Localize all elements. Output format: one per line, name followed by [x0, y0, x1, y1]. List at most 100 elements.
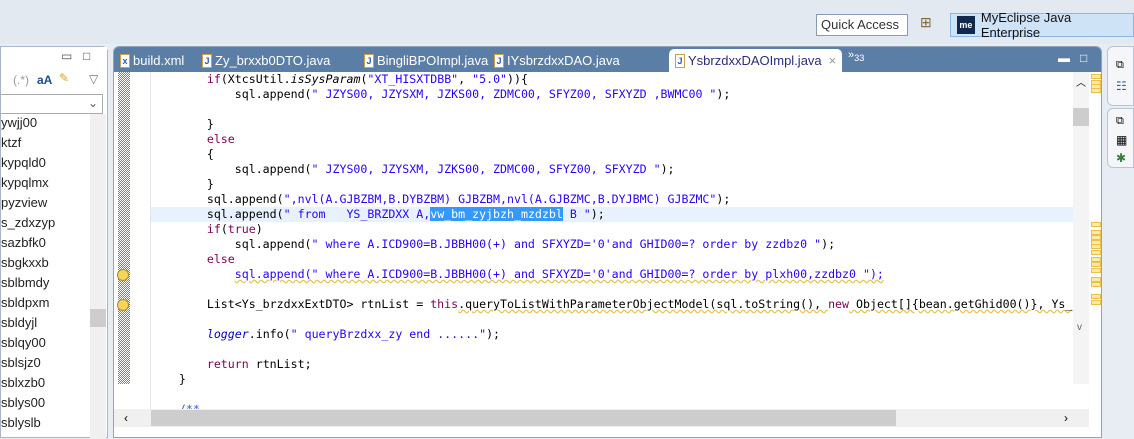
outline-item[interactable]: ywjj00 — [1, 113, 91, 133]
code-line: sql.append(" JZYS00, JZYSXM, JZKS00, ZDM… — [151, 162, 1073, 177]
java-file-icon: J — [675, 53, 685, 68]
outline-view-icon[interactable]: ☷ — [1116, 79, 1127, 93]
code-token: vw_bm_zyjbzh_mzdzbl — [430, 207, 563, 221]
scroll-thumb[interactable] — [1073, 108, 1089, 126]
outline-item[interactable]: sblxzb0 — [1, 373, 91, 393]
code-line: } — [151, 117, 1073, 132]
code-line: sql.append(" where A.ICD900=B.JBBH00(+) … — [151, 267, 1073, 282]
outline-item[interactable]: sblqy00 — [1, 333, 91, 353]
regex-toggle[interactable]: (.*) — [13, 73, 29, 87]
code-line: { — [151, 147, 1073, 162]
chevron-down-icon[interactable]: ⌄ — [88, 96, 98, 110]
warning-marker[interactable] — [1091, 300, 1101, 305]
case-toggle[interactable]: aA — [37, 73, 52, 87]
outline-item[interactable]: sblys00 — [1, 393, 91, 413]
tab-iysbrzdxxdao-java[interactable]: J IYsbrzdxxDAO.java — [494, 49, 620, 72]
code-area[interactable]: if(XtcsUtil.isSysParam("XT_HISXTDBB", "5… — [151, 72, 1073, 409]
outline-item[interactable]: sblsjz0 — [1, 353, 91, 373]
more-tabs-button[interactable]: »33 — [848, 49, 864, 63]
code-token: , — [458, 72, 473, 86]
close-tab-icon[interactable]: × — [829, 53, 837, 68]
code-token: ); — [590, 207, 605, 221]
table-view-icon[interactable]: ▦ — [1116, 133, 1127, 147]
outline-item[interactable]: ktzf — [1, 133, 91, 153]
warning-marker[interactable] — [1091, 222, 1101, 227]
code-line: else — [151, 132, 1073, 147]
outline-item[interactable]: kypqld0 — [1, 153, 91, 173]
quick-access-input[interactable]: Quick Access — [816, 14, 908, 36]
filter-combo[interactable]: ⌄ — [0, 94, 103, 114]
code-token: " JZYS00, JZYSXM, JZKS00, ZDMC00, SFYZ00… — [311, 162, 661, 176]
maximize-icon[interactable]: □ — [1080, 51, 1087, 65]
scroll-up-icon[interactable]: ︿ — [1076, 74, 1086, 89]
warning-marker[interactable] — [1091, 244, 1101, 249]
code-line: sql.append(",nvl(A.GJBZBM,B.DYBZBM) GJBZ… — [151, 192, 1073, 207]
bug-icon[interactable]: ✱ — [1116, 151, 1126, 165]
minimize-icon[interactable]: ▬ — [1058, 51, 1070, 65]
code-token: isSysParam — [290, 72, 361, 86]
warning-marker[interactable] — [1091, 282, 1101, 287]
scroll-thumb[interactable] — [151, 410, 896, 426]
code-line: sql.append(" from YS_BRZDXX A,vw_bm_zyjb… — [151, 207, 1073, 222]
left-scrollbar[interactable] — [90, 114, 106, 439]
restore-icon[interactable]: ⧉ — [1116, 59, 1124, 72]
warning-marker[interactable] — [1091, 268, 1101, 273]
warning-marker[interactable] — [1091, 74, 1101, 79]
warning-marker[interactable] — [1091, 88, 1101, 93]
main-toolbar: Quick Access ⊞ me MyEclipse Java Enterpr… — [0, 0, 1134, 44]
code-token: " from YS_BRZDXX A, — [283, 207, 431, 221]
outline-item[interactable]: pyzview — [1, 193, 91, 213]
vertical-scrollbar[interactable]: ︿ v — [1073, 72, 1089, 384]
minimize-icon[interactable]: ▭ — [61, 49, 72, 63]
tab-build-xml[interactable]: x build.xml — [120, 49, 184, 72]
right-trim: ⧉ ☷ ⧉ ▦ ✱ — [1107, 46, 1134, 438]
tab-label: IYsbrzdxxDAO.java — [507, 53, 620, 68]
tab-zy-brxxb0dto-java[interactable]: J Zy_brxxb0DTO.java — [202, 49, 330, 72]
scroll-down-icon[interactable]: v — [1077, 322, 1082, 333]
restore-icon[interactable]: ⧉ — [1116, 115, 1124, 128]
tab-binglibpoimpl-java[interactable]: J BingliBPOImpl.java — [364, 49, 488, 72]
code-token: { — [151, 147, 214, 161]
tab-ysbrzdxxdaoimpl-java[interactable]: J YsbrzdxxDAOImpl.java × — [669, 49, 843, 72]
outline-item[interactable]: sbgkxxb — [1, 253, 91, 273]
warning-marker[interactable] — [1091, 262, 1101, 267]
scroll-left-icon[interactable]: ‹ — [124, 411, 128, 425]
warning-icon[interactable] — [117, 269, 129, 281]
code-token: } — [151, 177, 214, 191]
horizontal-scrollbar[interactable]: ‹ › — [114, 409, 1089, 427]
outline-item[interactable]: sbldyjl — [1, 313, 91, 333]
code-token: return — [206, 357, 249, 371]
code-line: } — [151, 177, 1073, 192]
view-menu-icon[interactable]: ▽ — [89, 72, 98, 86]
highlight-icon[interactable]: ✎ — [59, 71, 69, 85]
tab-label: Zy_brxxb0DTO.java — [215, 53, 331, 68]
outline-item[interactable]: sazbfk0 — [1, 233, 91, 253]
code-token: ); — [486, 327, 501, 341]
open-perspective-icon[interactable]: ⊞ — [920, 14, 938, 34]
scroll-thumb[interactable] — [90, 309, 106, 327]
outline-item[interactable]: s_zdxzyp — [1, 213, 91, 233]
warning-icon[interactable] — [117, 299, 129, 311]
overview-ruler[interactable] — [1089, 72, 1101, 384]
perspective-button[interactable]: me MyEclipse Java Enterprise — [950, 10, 1134, 40]
code-line: } — [151, 372, 1073, 387]
scroll-right-icon[interactable]: › — [1064, 411, 1068, 425]
outline-item[interactable]: sblbmdy — [1, 273, 91, 293]
warning-marker[interactable] — [1091, 250, 1101, 255]
outline-item[interactable]: sbldpxm — [1, 293, 91, 313]
outline-item[interactable]: kypqlmx — [1, 173, 91, 193]
outline-item[interactable]: sblyslb — [1, 413, 91, 433]
code-line: List<Ys_brzdxxExtDTO> rtnList = this.que… — [151, 297, 1073, 312]
code-line: if(XtcsUtil.isSysParam("XT_HISXTDBB", "5… — [151, 72, 1073, 87]
code-token: ); — [660, 162, 675, 176]
code-token: sql.append( — [151, 237, 312, 251]
maximize-icon[interactable]: □ — [83, 49, 90, 63]
warning-marker[interactable] — [1091, 294, 1101, 299]
